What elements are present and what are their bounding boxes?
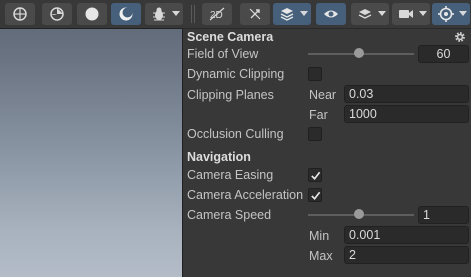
camera-settings-button[interactable] [392,3,430,25]
gizmo-bug-icon [153,7,165,21]
min-speed-label: Min [309,229,330,243]
layers-dropdown-button[interactable] [351,3,389,25]
near-label: Near [309,88,337,102]
wireframe-button[interactable] [42,3,72,25]
checkmark-icon [310,191,320,200]
stack-icon [358,9,372,19]
camera-icon [399,10,413,18]
min-speed-field[interactable]: 0.001 [344,226,469,244]
chevron-down-icon [300,11,308,16]
2d-toggle-button[interactable]: 2D [202,3,232,25]
shaded-mode-icon [13,7,27,21]
orientation-gizmo-icon [438,6,454,22]
audio-off-icon: 2D [209,7,225,21]
camera-acceleration-label: Camera Acceleration [187,188,304,202]
toolbar-divider [194,5,195,23]
gear-icon[interactable] [454,31,466,43]
shading-mode-button[interactable] [5,3,35,25]
effects-button[interactable] [273,3,311,25]
camera-easing-checkbox[interactable] [308,168,322,182]
gizmos-button[interactable] [432,3,470,25]
lit-sphere-icon [119,7,133,21]
layers-icon [280,8,294,21]
checkmark-icon [310,171,320,180]
far-label: Far [309,108,328,122]
occlusion-culling-label: Occlusion Culling [187,127,284,141]
chevron-down-icon [378,11,386,16]
max-speed-field[interactable]: 2 [344,246,469,264]
visibility-toggle-button[interactable] [316,3,346,25]
svg-text:2D: 2D [210,10,223,21]
field-of-view-slider-handle[interactable] [353,48,364,58]
camera-speed-slider-handle[interactable] [353,209,364,219]
toolbar-divider [191,5,192,23]
chevron-down-icon [172,11,180,16]
dynamic-clipping-checkbox[interactable] [308,67,322,81]
far-clip-field[interactable]: 1000 [344,105,469,123]
navigation-header: Navigation [187,150,251,164]
camera-speed-field[interactable]: 1 [418,206,469,224]
max-speed-label: Max [309,249,333,263]
visibility-eye-icon [324,10,338,18]
scene-camera-panel: Scene Camera Field of View 60 Dynamic Cl… [182,28,471,277]
solid-sphere-icon [85,7,99,21]
fx-icon [249,8,261,20]
scene-camera-header: Scene Camera [187,30,274,44]
occlusion-culling-checkbox[interactable] [308,127,322,141]
lighting-toggle-button[interactable] [240,3,270,25]
scene-view-toolbar: 2D [0,0,471,29]
lit-shading-button[interactable] [111,3,141,25]
near-clip-field[interactable]: 0.03 [344,85,469,103]
shaded-button[interactable] [77,3,107,25]
wireframe-sphere-icon [50,7,64,21]
dynamic-clipping-label: Dynamic Clipping [187,67,285,81]
camera-speed-label: Camera Speed [187,208,272,222]
camera-acceleration-checkbox[interactable] [308,188,322,202]
clipping-planes-label: Clipping Planes [187,88,274,102]
field-of-view-field[interactable]: 60 [418,45,469,63]
chevron-down-icon [459,11,467,16]
camera-easing-label: Camera Easing [187,168,274,182]
chevron-down-icon [419,11,427,16]
field-of-view-label: Field of View [187,47,259,61]
debug-draw-mode-button[interactable] [145,3,183,25]
